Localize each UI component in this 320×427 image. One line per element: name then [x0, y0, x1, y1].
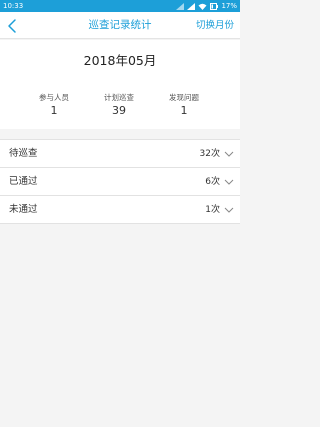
- battery-percent: 17%: [221, 2, 237, 10]
- back-arrow-icon[interactable]: [6, 18, 18, 34]
- summary-panel: 2018年05月 参与人员 1 计划巡查 39 发现问题 1: [0, 40, 240, 129]
- list-item-pending[interactable]: 待巡查 32次: [0, 140, 240, 168]
- chevron-down-icon: [224, 207, 234, 213]
- list-item-passed[interactable]: 已通过 6次: [0, 168, 240, 196]
- status-list: 待巡查 32次 已通过 6次 未通过 1次: [0, 139, 240, 224]
- month-label: 2018年05月: [83, 53, 157, 68]
- switch-month-button[interactable]: 切换月份: [196, 12, 234, 39]
- list-item-label: 已通过: [9, 176, 38, 187]
- list-item-label: 未通过: [9, 204, 38, 215]
- status-time: 10:33: [3, 2, 24, 10]
- chevron-down-icon: [224, 151, 234, 157]
- list-item-label: 待巡查: [9, 148, 38, 159]
- list-item-count: 1次: [205, 205, 220, 215]
- stat-label: 发现问题: [169, 93, 199, 102]
- battery-icon: [210, 2, 219, 10]
- status-icons: 17%: [176, 1, 237, 11]
- signal-icon-2: [187, 2, 196, 10]
- signal-icon: [176, 2, 185, 10]
- stat-label: 计划巡查: [104, 93, 134, 102]
- list-item-count: 6次: [205, 177, 220, 187]
- chevron-down-icon: [224, 179, 234, 185]
- stat-value: 1: [180, 104, 188, 117]
- stat-planned: 计划巡查 39: [89, 93, 149, 118]
- list-item-count: 32次: [199, 149, 220, 159]
- stat-participants: 参与人员 1: [24, 93, 84, 118]
- stat-label: 参与人员: [39, 93, 69, 102]
- list-item-failed[interactable]: 未通过 1次: [0, 196, 240, 224]
- stat-value: 1: [50, 104, 58, 117]
- nav-bar: 巡查记录统计 切换月份: [0, 12, 240, 39]
- status-bar: 10:33 17%: [0, 0, 240, 12]
- stat-value: 39: [112, 104, 126, 117]
- wifi-icon: [198, 3, 207, 10]
- stat-issues: 发现问题 1: [154, 93, 214, 118]
- stats-row: 参与人员 1 计划巡查 39 发现问题 1: [0, 93, 240, 125]
